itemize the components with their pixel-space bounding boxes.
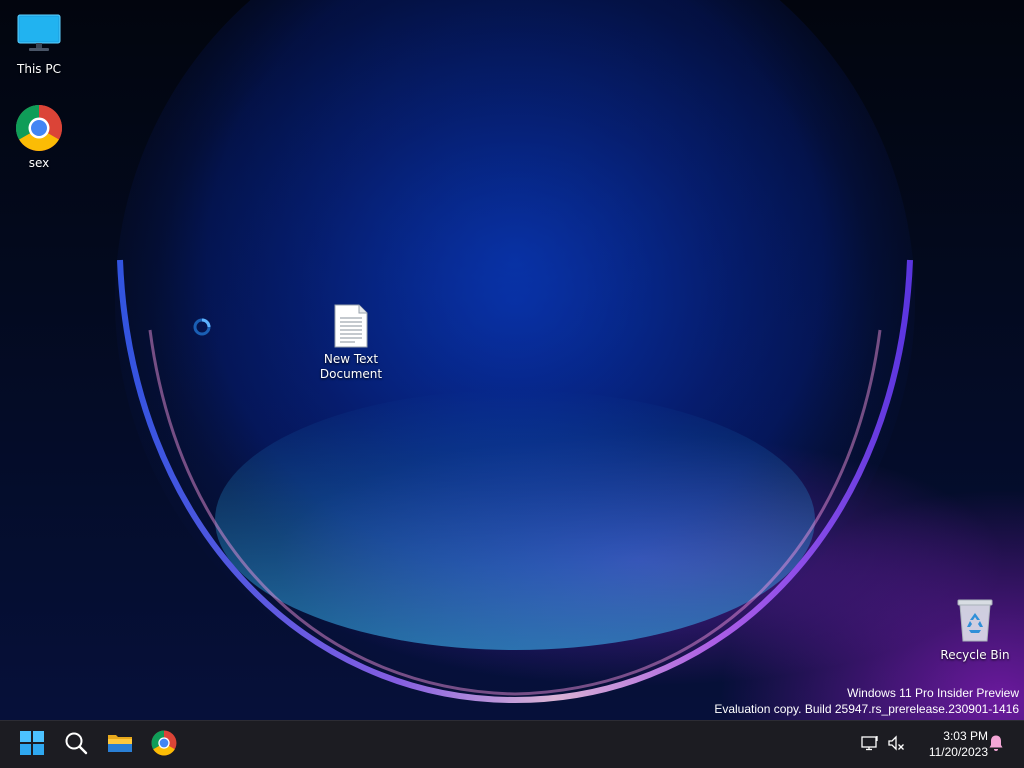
recycle-bin-icon [951,596,999,644]
chrome-taskbar-button[interactable] [144,725,184,765]
desktop-icon-label: sex [28,156,50,170]
notifications-button[interactable] [986,721,1006,768]
file-explorer-button[interactable] [100,725,140,765]
desktop-icon-label: New Text Document [319,352,383,381]
network-tray-button[interactable] [858,721,882,768]
desktop-icon-this-pc[interactable]: This PC [1,10,77,77]
chrome-icon [15,104,63,152]
folder-icon [107,732,133,758]
volume-tray-button[interactable] [884,721,908,768]
desktop-screen: This PC sex New Text Document Recycle Bi… [0,0,1024,768]
bell-icon [988,734,1004,756]
clock-date: 11/20/2023 [928,745,988,759]
desktop-icon-recycle-bin[interactable]: Recycle Bin [937,596,1013,663]
start-button[interactable] [12,725,52,765]
windows-start-icon [20,731,44,759]
this-pc-icon [15,10,63,58]
busy-cursor-icon [193,318,211,336]
search-button[interactable] [56,725,96,765]
desktop-icon-new-text-document[interactable]: New Text Document [313,302,389,382]
taskbar: 3:03 PM 11/20/2023 [0,720,1024,768]
search-icon [64,731,88,759]
watermark-build: Evaluation copy. Build 25947.rs_prerelea… [714,702,1019,716]
wallpaper [0,0,1024,720]
evaluation-watermark: Windows 11 Pro Insider Preview Evaluatio… [714,685,1019,717]
desktop-icon-label: Recycle Bin [940,648,1010,662]
taskbar-clock[interactable]: 3:03 PM 11/20/2023 [912,728,988,760]
chrome-icon [151,730,177,760]
desktop-icon-label: This PC [17,62,61,76]
watermark-edition: Windows 11 Pro Insider Preview [847,686,1019,700]
volume-muted-icon [887,735,905,755]
clock-time: 3:03 PM [943,729,988,743]
text-document-icon [327,302,375,350]
network-icon [861,735,879,755]
desktop-icon-chrome-shortcut[interactable]: sex [1,104,77,171]
wallpaper-bloom [115,0,915,704]
